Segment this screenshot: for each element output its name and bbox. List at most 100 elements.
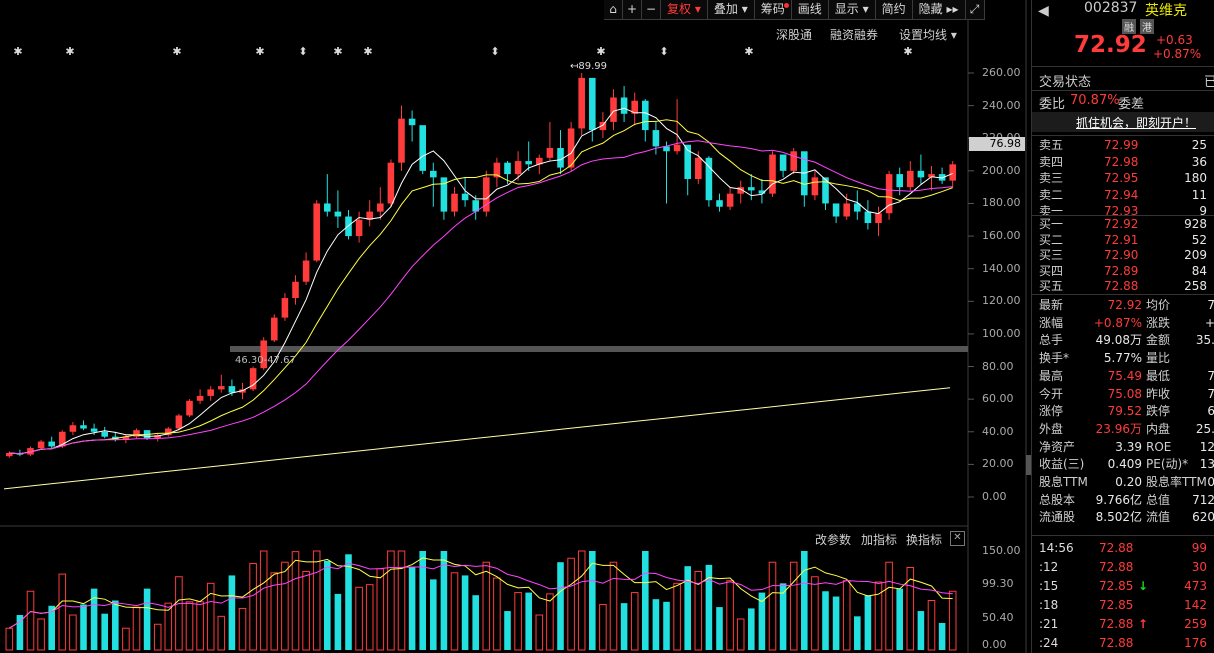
volume-tick-label: 0.00 bbox=[982, 638, 1007, 651]
close-icon[interactable]: ✕ bbox=[950, 531, 965, 546]
stat-value-2: 35. bbox=[1195, 333, 1214, 348]
tick-row: :12 72.88 30 bbox=[1032, 559, 1214, 576]
tick-row: :18 72.85 142 bbox=[1032, 597, 1214, 614]
candle-body bbox=[80, 425, 87, 429]
event-marker: ✱ bbox=[255, 45, 264, 58]
volume-bar bbox=[101, 613, 108, 650]
sell-level: 卖三 72.95 180 bbox=[1032, 170, 1214, 187]
volume-bar bbox=[748, 608, 755, 650]
candle-body bbox=[875, 213, 882, 224]
stat-value-2: + bbox=[1204, 315, 1214, 330]
stat-row: 股息TTM 0.20 股息率TTM 0 bbox=[1032, 474, 1214, 491]
volume-bar bbox=[80, 604, 87, 650]
price-tick-label: 160.00 bbox=[982, 229, 1021, 243]
promo-text[interactable]: 抓住机会，即刻开户！ bbox=[1076, 114, 1196, 131]
prev-stock-icon[interactable]: ◀ bbox=[1038, 3, 1049, 19]
stat-value-2: 712 bbox=[1192, 492, 1214, 507]
candle-body bbox=[69, 425, 77, 432]
candle-body bbox=[864, 211, 872, 224]
event-marker: ✱ bbox=[363, 45, 372, 58]
stock-name: 英维克 bbox=[1145, 3, 1187, 19]
candle-body bbox=[811, 177, 819, 196]
tick-time: :21 bbox=[1039, 617, 1059, 631]
volume-bar bbox=[153, 623, 162, 651]
stat-value: 8.502亿 bbox=[1095, 510, 1142, 525]
event-marker: ✱ bbox=[333, 45, 342, 58]
candle-body bbox=[663, 146, 670, 152]
level-price: 72.94 bbox=[1104, 187, 1139, 202]
weibi-label: 委比 bbox=[1039, 97, 1066, 112]
volume-bars bbox=[5, 550, 957, 651]
overlay-button[interactable]: 叠加 ▾ bbox=[707, 0, 755, 20]
event-marker: ✱ bbox=[596, 45, 605, 58]
volume-bar bbox=[376, 568, 385, 651]
price-tick-label: 260.00 bbox=[982, 66, 1021, 79]
event-marker: ✱ bbox=[172, 45, 181, 58]
switch-indicator-button[interactable]: 换指标 bbox=[906, 531, 942, 548]
volume-bar bbox=[504, 611, 511, 650]
current-price: 72.92 bbox=[1074, 32, 1147, 58]
level-volume: 928 bbox=[1184, 217, 1207, 231]
draw-line-button[interactable]: 画线 bbox=[791, 0, 829, 20]
zoom-in-icon[interactable]: + bbox=[623, 0, 642, 20]
event-marker: ✱ bbox=[65, 45, 74, 58]
stat-label: 净资产 bbox=[1039, 439, 1076, 454]
stat-row: 涨停 79.52 跌停 6 bbox=[1032, 403, 1214, 420]
level-label: 卖五 bbox=[1039, 138, 1064, 152]
stat-value-2: 6 bbox=[1207, 404, 1214, 419]
hk-connect-link[interactable]: 深股通 bbox=[776, 26, 812, 43]
kline-chart[interactable]: ✱ ✱ ✱ ✱ ⬍ ✱ ✱ ⬍ ✱ ⬍ ✱ ✱ bbox=[0, 0, 1028, 653]
buy-level: 买二 72.91 52 bbox=[1032, 232, 1214, 249]
fullscreen-icon[interactable]: ⤢ bbox=[965, 0, 985, 20]
display-button[interactable]: 显示 ▾ bbox=[828, 0, 876, 20]
volume-bar bbox=[864, 595, 872, 650]
gap-annotation: 46.30-47.67 bbox=[235, 355, 296, 366]
level-volume: 36 bbox=[1191, 154, 1207, 169]
hide-button[interactable]: 隐藏 ▸▸ bbox=[912, 0, 966, 20]
home-icon[interactable]: ⌂ bbox=[604, 0, 623, 20]
tick-time: :15 bbox=[1039, 579, 1059, 593]
volume-bar bbox=[345, 554, 352, 650]
level-volume: 258 bbox=[1184, 279, 1207, 293]
zoom-out-icon[interactable]: − bbox=[642, 0, 661, 20]
volume-bar bbox=[143, 588, 151, 650]
candle-body bbox=[355, 219, 363, 237]
stat-label: 外盘 bbox=[1039, 421, 1064, 436]
simple-button[interactable]: 简约 bbox=[875, 0, 913, 20]
volume-bar bbox=[312, 550, 321, 651]
price-tick-label: 80.00 bbox=[982, 359, 1014, 373]
candle-body bbox=[832, 203, 840, 217]
trade-status-label: 交易状态 bbox=[1039, 75, 1092, 90]
margin-link[interactable]: 融资融券 bbox=[830, 26, 878, 43]
stat-row: 最高 75.49 最低 7 bbox=[1032, 368, 1214, 385]
edit-params-button[interactable]: 改参数 bbox=[815, 531, 851, 548]
stat-label: 今开 bbox=[1039, 386, 1064, 401]
grid: ✱ ✱ ✱ ✱ ⬍ ✱ ✱ ⬍ ✱ ⬍ ✱ ✱ bbox=[0, 0, 1027, 653]
candle-body bbox=[461, 193, 469, 201]
ma-settings-link[interactable]: 设置均线 ▾ bbox=[899, 26, 957, 43]
add-indicator-button[interactable]: 加指标 bbox=[861, 531, 897, 548]
stat-label: 总手 bbox=[1039, 333, 1064, 348]
volume-bar bbox=[927, 600, 936, 651]
volume-bar bbox=[557, 562, 564, 650]
stat-value: 79.52 bbox=[1107, 404, 1142, 419]
level-label: 买三 bbox=[1039, 248, 1064, 262]
chips-button[interactable]: 筹码 bbox=[754, 0, 792, 20]
stat-value: 23.96万 bbox=[1095, 421, 1142, 436]
volume-bar bbox=[259, 550, 268, 651]
tick-price: 72.85 bbox=[1099, 579, 1134, 593]
stat-label: 最高 bbox=[1039, 368, 1064, 383]
candle-body bbox=[302, 260, 310, 282]
volume-bar bbox=[789, 561, 798, 651]
level-label: 买五 bbox=[1039, 279, 1064, 293]
level-price: 72.88 bbox=[1104, 279, 1139, 293]
stat-row: 流通股 8.502亿 流值 620 bbox=[1032, 509, 1214, 526]
price-tick-label: 200.00 bbox=[982, 163, 1021, 177]
promo-banner[interactable]: 抓住机会，即刻开户！ bbox=[1032, 112, 1214, 132]
volume-bar bbox=[736, 618, 745, 651]
volume-bar bbox=[768, 561, 777, 651]
stat-value-2: 7 bbox=[1207, 298, 1214, 312]
tick-volume: 30 bbox=[1191, 560, 1207, 574]
candle-body bbox=[196, 395, 204, 401]
fuquan-button[interactable]: 复权 ▾ bbox=[661, 0, 708, 20]
